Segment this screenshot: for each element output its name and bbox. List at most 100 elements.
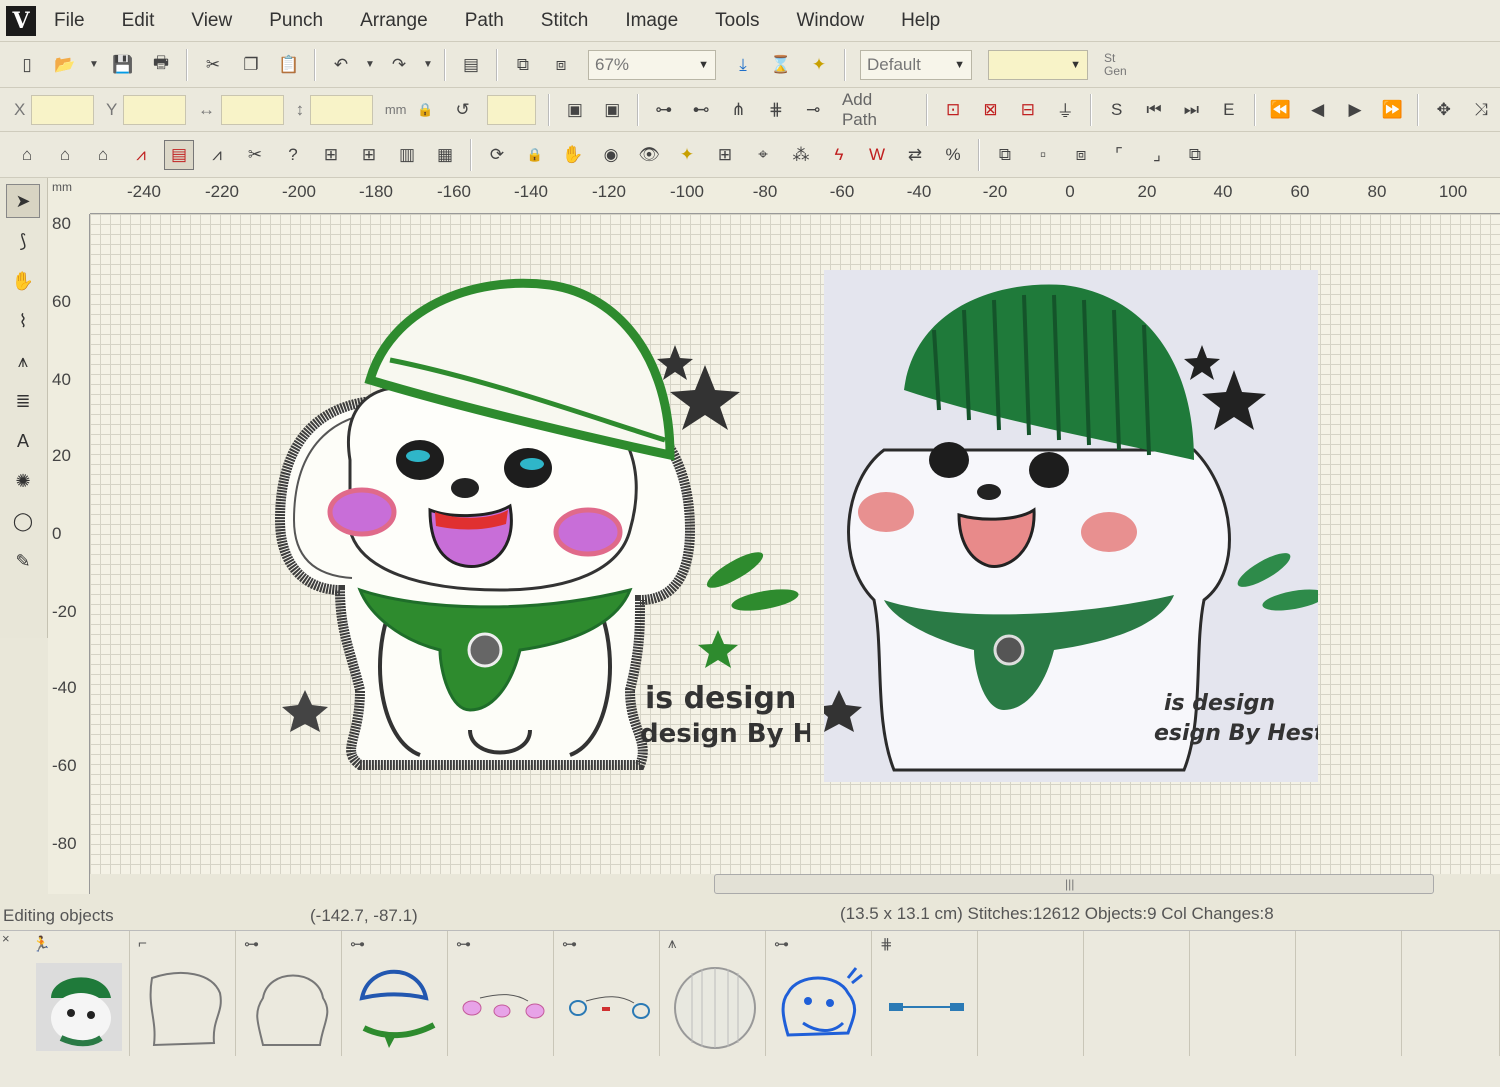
- save-icon[interactable]: 💾: [108, 50, 138, 80]
- wt-icon[interactable]: W: [862, 140, 892, 170]
- object-thumbnail-4[interactable]: ⊶: [344, 931, 448, 1056]
- bars-icon[interactable]: ▥: [392, 140, 422, 170]
- path-add-icon[interactable]: ⋔: [724, 95, 753, 125]
- menu-view[interactable]: View: [179, 10, 257, 32]
- menu-tools[interactable]: Tools: [703, 10, 784, 32]
- pen-icon[interactable]: ✎: [6, 544, 40, 578]
- path-split-icon[interactable]: ⋕: [761, 95, 790, 125]
- angle-field[interactable]: [487, 94, 537, 125]
- machine-run-icon[interactable]: ⩘: [202, 140, 232, 170]
- menu-image[interactable]: Image: [613, 10, 703, 32]
- color-wizard-icon[interactable]: ✦: [804, 50, 834, 80]
- redo-icon[interactable]: ↷: [384, 50, 414, 80]
- shape-corner2-icon[interactable]: ⌟: [1142, 140, 1172, 170]
- width-field[interactable]: [221, 94, 284, 125]
- refresh-icon[interactable]: ⟳: [482, 140, 512, 170]
- grid-bulb-icon[interactable]: ⊞: [710, 140, 740, 170]
- stitch-generate-button[interactable]: St Gen: [1096, 51, 1135, 78]
- object-thumbnail-2[interactable]: ⌐: [132, 931, 236, 1056]
- close-icon[interactable]: ×: [2, 931, 10, 946]
- step-forward-icon[interactable]: ▶: [1340, 95, 1369, 125]
- y-field[interactable]: [123, 94, 186, 125]
- object-thumbnail-9[interactable]: ⋕: [874, 931, 978, 1056]
- undo-icon[interactable]: ↶: [326, 50, 356, 80]
- copy-icon[interactable]: ❐: [236, 50, 266, 80]
- menu-arrange[interactable]: Arrange: [348, 10, 453, 32]
- film-icon[interactable]: ▦: [430, 140, 460, 170]
- object-thumbnail-6[interactable]: ⊶: [556, 931, 660, 1056]
- object-thumbnail-5[interactable]: ⊶: [450, 931, 554, 1056]
- lightning-icon[interactable]: ϟ: [824, 140, 854, 170]
- menu-file[interactable]: File: [42, 10, 110, 32]
- lock-icon[interactable]: 🔒: [410, 95, 439, 125]
- menu-window[interactable]: Window: [785, 10, 890, 32]
- shape-small-icon[interactable]: ▫: [1028, 140, 1058, 170]
- machine-satin-icon[interactable]: ⌂: [88, 140, 118, 170]
- menu-edit[interactable]: Edit: [110, 10, 180, 32]
- machine-icon[interactable]: ⌂: [12, 140, 42, 170]
- first-stitch-icon[interactable]: ⏮: [1139, 95, 1168, 125]
- new-file-icon[interactable]: ▯: [12, 50, 42, 80]
- pan-hand-icon[interactable]: ✋: [6, 264, 40, 298]
- bulb-icon[interactable]: ✦: [672, 140, 702, 170]
- shape-intersect-icon[interactable]: ⧈: [1066, 140, 1096, 170]
- reference-photo[interactable]: is design esign By Hest: [824, 270, 1318, 782]
- swap-icon[interactable]: ⇄: [900, 140, 930, 170]
- shape-union-icon[interactable]: ⧉: [990, 140, 1020, 170]
- help-cursor-icon[interactable]: ?: [278, 140, 308, 170]
- path-branch-icon[interactable]: ⊷: [686, 95, 715, 125]
- object-thumbnail-1[interactable]: 🏃: [26, 931, 130, 1056]
- zoom-select[interactable]: 67% ▼: [588, 49, 716, 80]
- eye-icon[interactable]: 👁: [634, 140, 664, 170]
- object-thumbnail-7[interactable]: ⩚: [662, 931, 766, 1056]
- align-left-icon[interactable]: ▣: [560, 95, 589, 125]
- import-icon[interactable]: ⧉: [508, 50, 538, 80]
- menu-path[interactable]: Path: [453, 10, 529, 32]
- menu-stitch[interactable]: Stitch: [529, 10, 614, 32]
- add-path-button[interactable]: Add Path: [832, 90, 920, 130]
- fast-forward-icon[interactable]: ⏩: [1378, 95, 1407, 125]
- reshape-icon[interactable]: ⟆: [6, 224, 40, 258]
- ellipse-icon[interactable]: ◯: [6, 504, 40, 538]
- circle-fill-icon[interactable]: ✺: [6, 464, 40, 498]
- cut-hole-icon[interactable]: ⊡: [938, 95, 967, 125]
- end-point-button[interactable]: E: [1214, 95, 1243, 125]
- run-stitch-icon[interactable]: ⌇: [6, 304, 40, 338]
- align-center-icon[interactable]: ▣: [598, 95, 627, 125]
- start-point-button[interactable]: S: [1102, 95, 1131, 125]
- properties-icon[interactable]: ▤: [456, 50, 486, 80]
- shape-corner-icon[interactable]: ⌜: [1104, 140, 1134, 170]
- lock-icon[interactable]: 🔒: [520, 140, 550, 170]
- nodes-bulb-icon[interactable]: ⁂: [786, 140, 816, 170]
- fill-stitch-icon[interactable]: ≣: [6, 384, 40, 418]
- rotate-icon[interactable]: ↺: [448, 95, 477, 125]
- menu-help[interactable]: Help: [889, 10, 965, 32]
- color-select[interactable]: ▼: [988, 49, 1088, 80]
- move-arrows-icon[interactable]: ✥: [1429, 95, 1458, 125]
- chevron-down-icon[interactable]: ▼: [88, 50, 100, 80]
- chevron-down-icon[interactable]: ▼: [364, 50, 376, 80]
- style-select[interactable]: Default ▼: [860, 49, 972, 80]
- machine-active-icon[interactable]: ▤: [164, 139, 194, 170]
- frame-icon[interactable]: ⊟: [1013, 95, 1042, 125]
- paste-icon[interactable]: 📋: [274, 50, 304, 80]
- step-back-icon[interactable]: ◀: [1303, 95, 1332, 125]
- shape-combine-icon[interactable]: ⧉: [1180, 140, 1210, 170]
- height-field[interactable]: [310, 94, 373, 125]
- menu-punch[interactable]: Punch: [257, 10, 348, 32]
- machine-zigzag-icon[interactable]: ⩘: [126, 140, 156, 170]
- percent-icon[interactable]: %: [938, 140, 968, 170]
- machine-fill-icon[interactable]: ⌂: [50, 140, 80, 170]
- export-icon[interactable]: ⧈: [546, 50, 576, 80]
- horizontal-scrollbar[interactable]: |||: [714, 874, 1434, 894]
- cursor-bulb-icon[interactable]: ⌖: [748, 140, 778, 170]
- lettering-icon[interactable]: A: [6, 424, 40, 458]
- select-arrow-icon[interactable]: ➤: [6, 184, 40, 218]
- hoop-icon[interactable]: ⌛: [766, 50, 796, 80]
- rewind-icon[interactable]: ⏪: [1266, 95, 1295, 125]
- cross-icon[interactable]: ⊠: [976, 95, 1005, 125]
- chevron-down-icon[interactable]: ▼: [422, 50, 434, 80]
- hide-icon[interactable]: ◉: [596, 140, 626, 170]
- path-join-icon[interactable]: ⊸: [799, 95, 828, 125]
- x-field[interactable]: [31, 94, 94, 125]
